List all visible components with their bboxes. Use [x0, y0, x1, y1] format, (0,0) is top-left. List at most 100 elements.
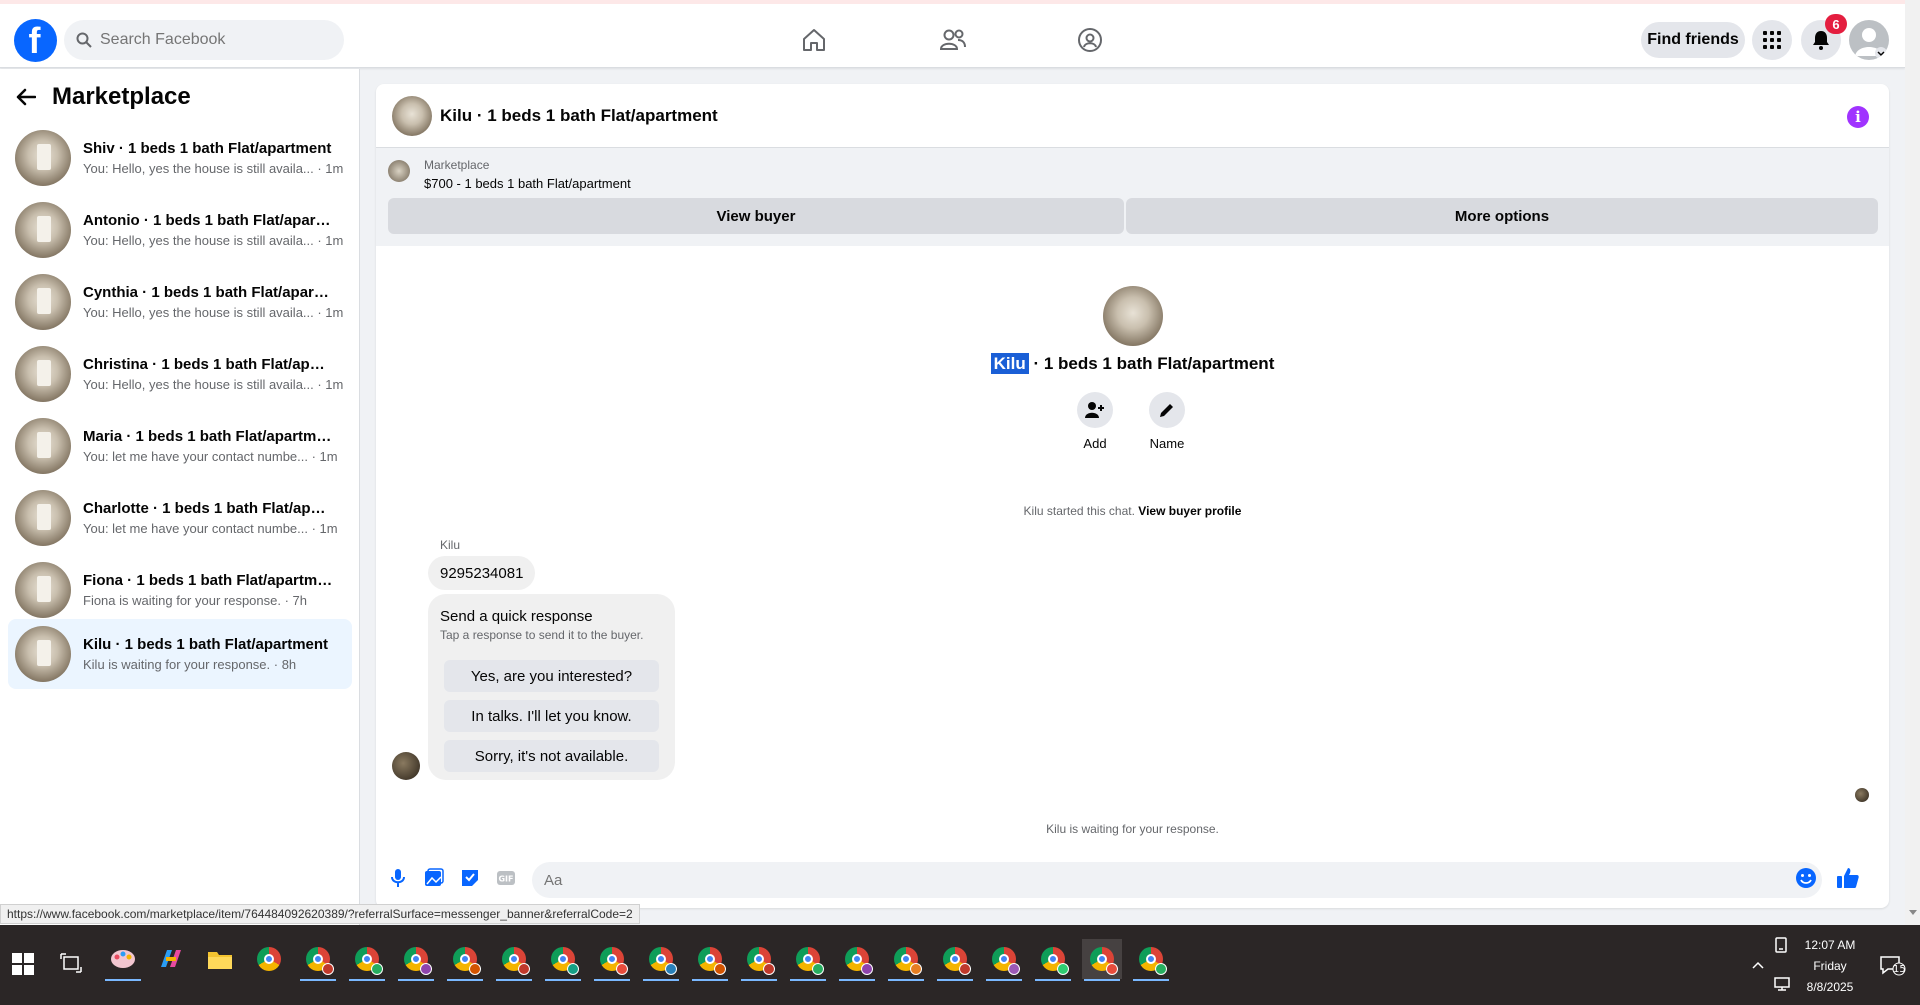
search-input[interactable]	[100, 31, 320, 49]
quick-response-button[interactable]: In talks. I'll let you know.	[444, 700, 659, 732]
chrome-profile-icon[interactable]	[592, 939, 632, 981]
conversation-item-charlotte[interactable]: Charlotte · 1 beds 1 bath Flat/apart... Y…	[8, 483, 352, 553]
notification-center-icon[interactable]: 15	[1880, 955, 1906, 981]
microphone-icon[interactable]	[386, 866, 410, 890]
chat-header: Kilu · 1 beds 1 bath Flat/apartment i	[376, 84, 1889, 148]
gif-icon[interactable]: GIF	[494, 866, 518, 890]
conversation-avatar	[15, 274, 71, 330]
paint-app-icon[interactable]	[103, 939, 143, 981]
chat-panel: Kilu · 1 beds 1 bath Flat/apartment i Ma…	[376, 84, 1889, 908]
name-button[interactable]: Name	[1137, 392, 1197, 451]
windows-start-icon[interactable]	[12, 953, 34, 975]
listing-price[interactable]: $700 - 1 beds 1 bath Flat/apartment	[424, 176, 631, 191]
chat-profile-avatar[interactable]	[1103, 286, 1163, 346]
quick-response-title: Send a quick response	[440, 608, 593, 625]
groups-icon[interactable]	[1074, 24, 1106, 56]
chrome-profile-icon[interactable]	[886, 939, 926, 981]
search-box[interactable]	[64, 20, 344, 60]
chrome-profile-icon[interactable]	[641, 939, 681, 981]
notification-center-count: 15	[1893, 964, 1906, 975]
more-options-button[interactable]: More options	[1126, 198, 1878, 234]
read-receipt-avatar	[1855, 788, 1869, 802]
conversation-avatar	[15, 346, 71, 402]
chrome-profile-icon[interactable]	[984, 939, 1024, 981]
account-avatar[interactable]	[1849, 20, 1889, 60]
scroll-down-arrow-icon[interactable]	[1909, 910, 1917, 915]
conversation-item-antonio[interactable]: Antonio · 1 beds 1 bath Flat/apart... You…	[8, 195, 352, 265]
sidebar-header: Marketplace	[16, 83, 191, 111]
quick-response-button[interactable]: Yes, are you interested?	[444, 660, 659, 692]
chevron-up-icon[interactable]	[1751, 958, 1765, 974]
chrome-profile-icon[interactable]	[1131, 939, 1171, 981]
emoji-icon[interactable]	[1794, 866, 1818, 890]
chat-header-title[interactable]: Kilu · 1 beds 1 bath Flat/apartment	[440, 106, 718, 126]
conversation-preview: Kilu is waiting for your response. · 8h	[83, 657, 297, 672]
chrome-profile-icon[interactable]	[445, 939, 485, 981]
add-label: Add	[1083, 436, 1107, 451]
chrome-profile-icon[interactable]	[837, 939, 877, 981]
add-button[interactable]: Add	[1065, 392, 1125, 451]
sticker-icon[interactable]	[458, 866, 482, 890]
chat-profile-title: Kilu · 1 beds 1 bath Flat/apartment	[376, 353, 1889, 374]
chrome-profile-icon[interactable]	[494, 939, 534, 981]
thumbs-up-icon[interactable]	[1836, 866, 1860, 890]
page-scrollbar[interactable]	[1905, 0, 1920, 925]
facebook-logo[interactable]: f	[14, 19, 57, 62]
chrome-profile-icon[interactable]	[543, 939, 583, 981]
chat-header-avatar[interactable]	[392, 95, 432, 136]
chrome-profile-icon[interactable]	[396, 939, 436, 981]
search-icon	[76, 32, 92, 48]
system-clock[interactable]: 12:07 AM Friday 8/8/2025	[1780, 935, 1880, 998]
chrome-profile-icon[interactable]	[1033, 939, 1073, 981]
chrome-profile-icon[interactable]	[298, 939, 338, 981]
file-explorer-icon[interactable]	[200, 939, 240, 979]
message-input[interactable]	[532, 862, 1822, 898]
chat-started-notice: Kilu started this chat. View buyer profi…	[376, 504, 1889, 518]
top-navigation-bar: f Find friends 6	[0, 0, 1905, 68]
view-buyer-profile-link[interactable]: View buyer profile	[1138, 504, 1241, 518]
sender-avatar[interactable]	[392, 752, 420, 780]
facebook-logo-letter: f	[28, 20, 41, 61]
menu-grid-icon[interactable]	[1752, 20, 1792, 60]
listing-thumbnail[interactable]	[388, 160, 410, 182]
conversation-avatar	[15, 562, 71, 618]
selected-name-text: Kilu	[990, 353, 1029, 374]
conversation-name: Cynthia · 1 beds 1 bath Flat/apartm...	[83, 284, 333, 301]
clock-date: 8/8/2025	[1806, 980, 1854, 994]
chrome-profile-icon[interactable]	[690, 939, 730, 981]
chrome-profile-icon[interactable]	[739, 939, 779, 981]
chrome-profile-icon[interactable]	[788, 939, 828, 981]
conversation-avatar	[15, 418, 71, 474]
photo-gallery-icon[interactable]	[422, 866, 446, 890]
view-buyer-button[interactable]: View buyer	[388, 198, 1124, 234]
chrome-profile-icon[interactable]	[347, 939, 387, 981]
conversation-item-cynthia[interactable]: Cynthia · 1 beds 1 bath Flat/apartm... Yo…	[8, 267, 352, 337]
message-bubble[interactable]: 9295234081	[428, 556, 536, 590]
name-label: Name	[1149, 436, 1185, 451]
browser-top-strip	[0, 0, 1905, 4]
friends-icon[interactable]	[937, 24, 969, 56]
chrome-profile-icon[interactable]	[935, 939, 975, 981]
conversation-item-fiona[interactable]: Fiona · 1 beds 1 bath Flat/apartment Fion…	[8, 555, 352, 625]
home-icon[interactable]	[798, 24, 830, 56]
info-icon[interactable]: i	[1847, 106, 1869, 128]
conversation-avatar	[15, 130, 71, 186]
conversation-item-maria[interactable]: Maria · 1 beds 1 bath Flat/apartment You:…	[8, 411, 352, 481]
chrome-profile-icon-active[interactable]	[1082, 939, 1122, 981]
conversation-item-kilu[interactable]: Kilu · 1 beds 1 bath Flat/apartment Kilu …	[8, 619, 352, 689]
conversation-name: Shiv · 1 beds 1 bath Flat/apartment	[83, 140, 332, 157]
chrome-icon[interactable]	[249, 939, 289, 979]
conversation-item-christina[interactable]: Christina · 1 beds 1 bath Flat/apart... Y…	[8, 339, 352, 409]
conversation-avatar	[15, 626, 71, 682]
conversation-preview: You: let me have your contact numbe... ·…	[83, 449, 338, 464]
conversation-item-shiv[interactable]: Shiv · 1 beds 1 bath Flat/apartment You: …	[8, 123, 352, 193]
find-friends-button[interactable]: Find friends	[1641, 22, 1745, 58]
add-person-icon	[1085, 402, 1104, 418]
windows-taskbar: 12:07 AM Friday 8/8/2025 15	[0, 925, 1920, 1005]
back-arrow-icon[interactable]	[16, 88, 36, 106]
copilot-icon[interactable]	[151, 939, 191, 979]
quick-response-button[interactable]: Sorry, it's not available.	[444, 740, 659, 772]
listing-label: Marketplace	[424, 158, 490, 172]
conversation-avatar	[15, 202, 71, 258]
task-view-icon[interactable]	[60, 953, 82, 973]
